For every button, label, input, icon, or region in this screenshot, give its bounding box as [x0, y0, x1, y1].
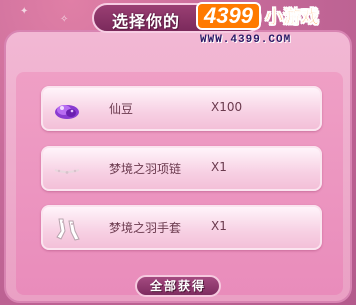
necklace-icon [53, 156, 81, 184]
reward-item-gloves[interactable]: 梦境之羽手套 X1 [41, 205, 322, 250]
reward-quantity: X100 [211, 100, 243, 114]
reward-name: 梦境之羽项链 [109, 162, 182, 176]
sparkle-icon: ✦ [20, 6, 29, 17]
brand-name: 小游戏 [264, 7, 320, 29]
reward-name: 仙豆 [109, 102, 134, 116]
gloves-icon [53, 215, 81, 243]
brand-logo: 4399 小游戏 WWW.4399.COM [196, 0, 356, 54]
reward-name: 梦境之羽手套 [109, 221, 182, 235]
sparkle-icon: ✧ [60, 14, 69, 25]
dialog-title: 选择你的 [112, 12, 181, 31]
brand-url: WWW.4399.COM [200, 34, 292, 46]
reward-item-xiandou[interactable]: 仙豆 X100 [41, 86, 322, 131]
reward-item-necklace[interactable]: 梦境之羽项链 X1 [41, 146, 322, 191]
claim-all-button[interactable]: 全部获得 [135, 275, 221, 297]
reward-quantity: X1 [211, 219, 227, 233]
reward-quantity: X1 [211, 160, 227, 174]
brand-number: 4399 [196, 2, 261, 30]
gem-icon [53, 96, 81, 124]
